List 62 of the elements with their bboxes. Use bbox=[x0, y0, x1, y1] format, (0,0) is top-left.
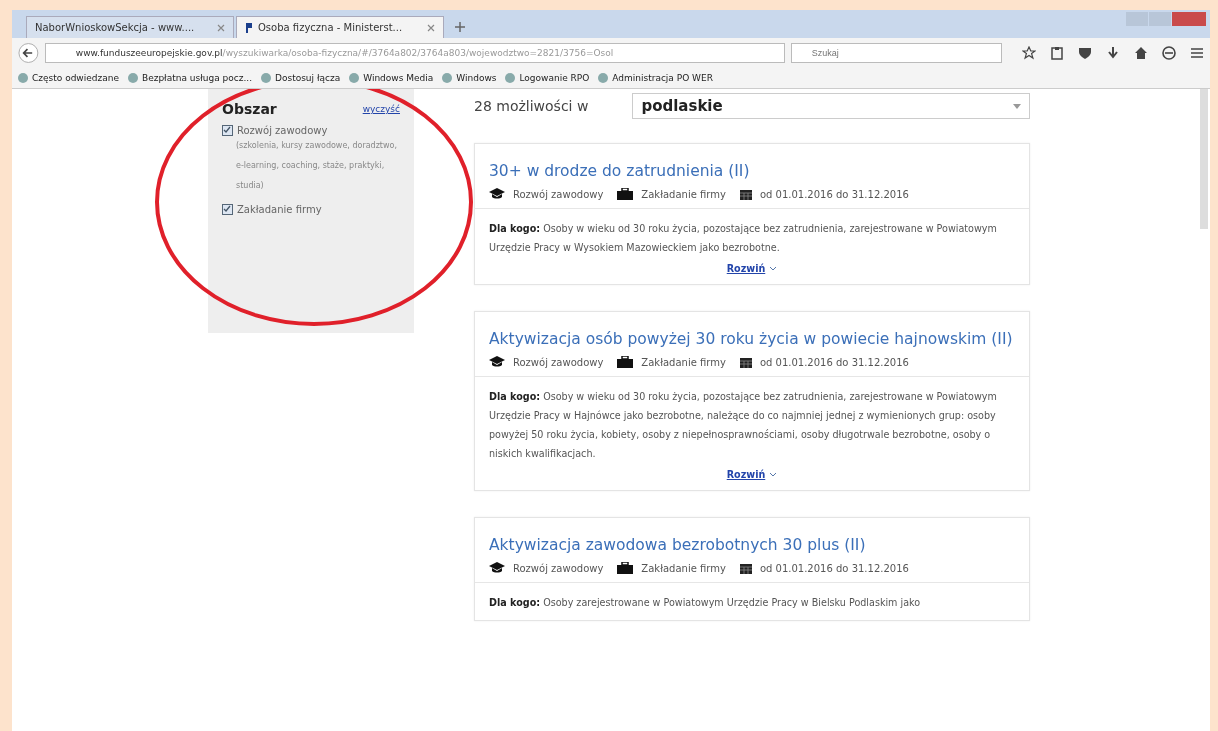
chevron-icon bbox=[769, 472, 778, 477]
tag-label: Zakładanie firmy bbox=[641, 562, 726, 574]
checkbox[interactable] bbox=[222, 204, 233, 215]
tag-label: Zakładanie firmy bbox=[641, 188, 726, 200]
description-text: Dla kogo: Osoby w wieku od 30 roku życia, pozostające bez zatrudnienia, zarejestrowane w Powiatowym Urzędzie Pracy w Hajnówce jako bezrobotne, należące do co najmniej jednej z wymienionych grup: osoby powyżej 50 roku życia, kobiety, osoby z niepełnosprawnościami, osoby długotrwale bezrobotne, osoby o niskich kwalifikacjach. bbox=[489, 390, 998, 461]
checkbox[interactable] bbox=[222, 125, 233, 136]
description-text: Dla kogo: Osoby zarejestrowane w Powiatowym Urzędzie Pracy w Bielsku Podlaskim jako bbox=[489, 596, 922, 610]
clipboard-icon[interactable] bbox=[1050, 46, 1064, 60]
star-icon[interactable] bbox=[1022, 46, 1036, 60]
expand-link[interactable]: Rozwiń bbox=[726, 469, 778, 480]
tag-label: od 01.01.2016 do 31.12.2016 bbox=[759, 356, 909, 368]
calendar-icon bbox=[739, 356, 752, 368]
calendar-icon bbox=[739, 188, 752, 200]
bookmark-item[interactable]: Często odwiedzane bbox=[18, 73, 119, 83]
window-controls[interactable] bbox=[1126, 12, 1206, 26]
bookmark-item[interactable]: Windows bbox=[442, 73, 497, 83]
close-icon[interactable] bbox=[217, 23, 225, 32]
tag-label: Rozwój zawodowy bbox=[513, 188, 604, 200]
address-bar[interactable]: www.funduszeeuropejskie.gov.pl/wyszukiwarka/osoba-fizyczna/#/3764a802/3764a803/wojewodztwo=2821/3756=Osol bbox=[44, 43, 785, 63]
calendar-icon bbox=[739, 562, 752, 574]
result-count: 28 możliwości w bbox=[474, 98, 589, 114]
clear-link[interactable]: wyczyść bbox=[362, 104, 400, 114]
bookmark-item[interactable]: Windows Media bbox=[349, 73, 434, 83]
tag-label: Zakładanie firmy bbox=[641, 356, 726, 368]
card-title[interactable]: 30+ w drodze do zatrudnienia (II) bbox=[489, 160, 1015, 182]
briefcase-icon bbox=[617, 188, 634, 200]
back-icon[interactable] bbox=[18, 42, 39, 64]
briefcase-icon bbox=[617, 562, 634, 574]
graduation-cap-icon bbox=[489, 562, 505, 574]
browser-tab[interactable]: Osoba fizyczna - Ministerst... bbox=[236, 16, 444, 38]
expand-link[interactable]: Rozwiń bbox=[726, 263, 778, 274]
menu-icon[interactable] bbox=[1190, 46, 1204, 60]
tag-label: od 01.01.2016 do 31.12.2016 bbox=[759, 562, 909, 574]
caret-icon bbox=[1013, 103, 1021, 109]
flag-icon bbox=[245, 21, 253, 34]
briefcase-icon bbox=[617, 356, 634, 368]
option-description: (szkolenia, kursy zawodowe, doradztwo, e-learning, coaching, staże, praktyki, studia) bbox=[235, 140, 398, 192]
search-field[interactable]: Szukaj bbox=[790, 43, 1002, 63]
filter-title: Obszar bbox=[222, 101, 277, 117]
home-icon[interactable] bbox=[1134, 46, 1148, 60]
close-icon[interactable] bbox=[427, 23, 435, 32]
graduation-cap-icon bbox=[489, 188, 505, 200]
tag-label: Rozwój zawodowy bbox=[513, 356, 604, 368]
region-dropdown[interactable]: podlaskie bbox=[632, 93, 1030, 119]
tag-label: od 01.01.2016 do 31.12.2016 bbox=[759, 188, 909, 200]
download-icon[interactable] bbox=[1106, 46, 1120, 60]
chevron-icon bbox=[769, 266, 778, 271]
description-text: Dla kogo: Osoby w wieku od 30 roku życia, pozostające bez zatrudnienia, zarejestrowane w Powiatowym Urzędzie Pracy w Wysokiem Mazowieckiem jako bezrobotne. bbox=[489, 222, 998, 255]
bookmark-item[interactable]: Dostosuj łącza bbox=[261, 73, 341, 83]
browser-tab[interactable]: NaborWnioskowSekcja - www.... bbox=[26, 16, 234, 38]
option-label[interactable]: Rozwój zawodowy bbox=[237, 125, 328, 136]
plus-icon[interactable] bbox=[454, 21, 466, 33]
bookmark-item[interactable]: Logowanie RPO bbox=[505, 73, 590, 83]
tag-label: Rozwój zawodowy bbox=[513, 562, 604, 574]
card-title[interactable]: Aktywizacja osób powyżej 30 roku życia w powiecie hajnowskim (II) bbox=[489, 328, 1015, 350]
shield-icon[interactable] bbox=[1078, 46, 1092, 60]
bookmark-item[interactable]: Bezpłatna usługa pocz... bbox=[127, 73, 252, 83]
graduation-cap-icon bbox=[489, 356, 505, 368]
bookmark-item[interactable]: Administracja PO WER bbox=[598, 73, 713, 83]
scrollbar[interactable] bbox=[1200, 89, 1208, 229]
card-title[interactable]: Aktywizacja zawodowa bezrobotnych 30 plus (II) bbox=[489, 534, 1015, 556]
option-label[interactable]: Zakładanie firmy bbox=[237, 204, 322, 215]
